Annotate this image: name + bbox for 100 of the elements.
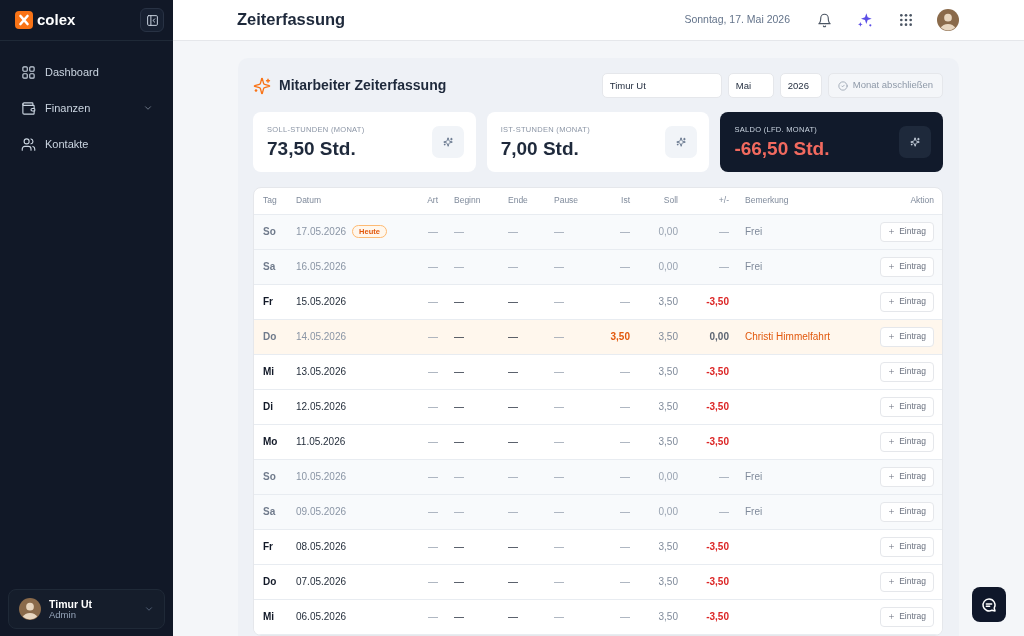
table-cell: — [546, 424, 592, 459]
sparkle-icon [665, 126, 698, 158]
table-cell: — [546, 389, 592, 424]
table-cell: Mi [254, 599, 288, 634]
sidebar-item[interactable]: Kontakte [8, 128, 165, 160]
add-entry-button[interactable]: Eintrag [880, 326, 935, 347]
collapse-sidebar-button[interactable] [140, 8, 164, 32]
add-entry-button[interactable]: Eintrag [880, 501, 935, 522]
table-cell: — [406, 529, 446, 564]
table-cell: — [592, 249, 638, 284]
sidebar-item[interactable]: Dashboard [8, 56, 165, 88]
column-header: +/- [686, 188, 737, 214]
user-role: Admin [49, 609, 77, 621]
table-cell: — [446, 459, 500, 494]
table-cell: 0,00 [638, 214, 686, 249]
add-entry-button[interactable]: Eintrag [880, 361, 935, 382]
table-cell: 3,50 [638, 424, 686, 459]
table-cell: 06.05.2026 [296, 611, 347, 622]
table-cell: — [446, 284, 500, 319]
table-cell: — [406, 494, 446, 529]
table-cell: 10.05.2026 [296, 471, 347, 482]
table-cell: Fr [254, 529, 288, 564]
table-cell: — [592, 354, 638, 389]
plus-icon [888, 438, 896, 445]
table-cell: — [446, 599, 500, 634]
table-cell: — [546, 494, 592, 529]
table-cell: — [406, 389, 446, 424]
plus-icon [888, 473, 896, 480]
plus-icon [888, 368, 896, 375]
add-entry-button[interactable]: Eintrag [880, 396, 935, 417]
people-icon [21, 136, 36, 152]
table-cell: — [406, 459, 446, 494]
add-entry-button[interactable]: Eintrag [880, 536, 935, 557]
table-cell: Mi [254, 354, 288, 389]
add-entry-button[interactable]: Eintrag [880, 221, 935, 242]
table-cell: — [500, 424, 546, 459]
sparkle-icon [857, 12, 874, 28]
table-cell: Frei [737, 459, 865, 494]
plus-icon [888, 543, 896, 550]
table-cell: — [546, 214, 592, 249]
table-cell: — [546, 354, 592, 389]
user-avatar[interactable] [937, 9, 960, 31]
chat-icon [981, 596, 997, 613]
user-menu[interactable]: Timur Ut Admin [8, 589, 165, 629]
table-cell: — [592, 459, 638, 494]
table-cell: 3,50 [638, 389, 686, 424]
table-cell: -3,50 [686, 599, 737, 634]
year-field[interactable]: 2026 [779, 73, 822, 98]
panel-title: Mitarbeiter Zeiterfassung [279, 77, 447, 94]
sidebar-toggle-icon [145, 13, 159, 27]
table-cell: — [406, 354, 446, 389]
table-cell: — [592, 599, 638, 634]
table-cell: — [546, 249, 592, 284]
column-header: Soll [638, 188, 686, 214]
employee-field[interactable]: Timur Ut [601, 73, 722, 98]
table-cell: — [500, 319, 546, 354]
table-cell: — [592, 424, 638, 459]
table-cell: 14.05.2026 [296, 331, 347, 342]
add-entry-button[interactable]: Eintrag [880, 606, 935, 627]
logo-text: colex [37, 9, 76, 30]
table-cell: Sa [254, 249, 288, 284]
table-cell: — [686, 249, 737, 284]
sidebar-item[interactable]: Finanzen [8, 92, 165, 124]
column-header: Ende [500, 188, 546, 214]
table-cell: — [446, 249, 500, 284]
table-cell: — [686, 214, 737, 249]
wallet-icon [21, 100, 36, 116]
add-entry-button[interactable]: Eintrag [880, 291, 935, 312]
table-cell: — [446, 564, 500, 599]
chat-button[interactable] [972, 587, 1006, 622]
table-cell: — [546, 459, 592, 494]
plus-icon [888, 298, 896, 305]
table-cell: — [446, 494, 500, 529]
add-entry-button[interactable]: Eintrag [880, 256, 935, 277]
table-cell: — [500, 389, 546, 424]
table-cell: — [592, 214, 638, 249]
table-cell: — [500, 564, 546, 599]
table-cell: — [500, 529, 546, 564]
table-cell: — [446, 529, 500, 564]
add-entry-button[interactable]: Eintrag [880, 571, 935, 592]
table-cell: — [546, 564, 592, 599]
chevron-down-icon [144, 604, 154, 614]
stat-value: 7,00 Std. [500, 138, 580, 161]
month-field[interactable]: Mai [727, 73, 774, 98]
table-cell: — [686, 494, 737, 529]
add-entry-button[interactable]: Eintrag [880, 466, 935, 487]
table-cell: 15.05.2026 [296, 296, 347, 307]
table-cell: 16.05.2026 [296, 261, 347, 272]
table-cell: 3,50 [638, 599, 686, 634]
plus-icon [888, 228, 896, 235]
table-cell: — [500, 354, 546, 389]
table-cell: — [446, 354, 500, 389]
table-cell: — [406, 284, 446, 319]
table-cell: Di [254, 389, 288, 424]
table-cell: 0,00 [686, 319, 737, 354]
table-cell: 3,50 [638, 319, 686, 354]
plus-icon [888, 403, 896, 410]
table-cell: 17.05.2026 [296, 226, 347, 237]
add-entry-button[interactable]: Eintrag [880, 431, 935, 452]
table-cell: 3,50 [638, 354, 686, 389]
